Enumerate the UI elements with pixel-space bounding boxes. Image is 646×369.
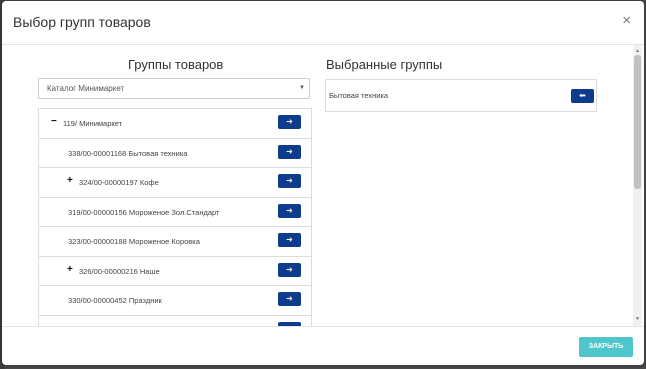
modal-title: Выбор групп товаров [13,14,151,30]
product-groups-title: Группы товаров [128,57,224,72]
catalog-select-value: Каталог Минимаркет [47,84,125,93]
modal-body: Группы товаров Выбранные группы Каталог … [2,45,644,326]
tree-row: 338/00-00001168 Бытовая техника ➜ [39,139,311,168]
arrow-left-icon: ⬅ [579,91,586,100]
close-icon[interactable]: × [622,13,631,28]
add-group-button[interactable]: ➜ [278,174,301,188]
scrollbar-thumb[interactable] [634,55,641,189]
chevron-down-icon: ▼ [299,85,305,91]
add-group-button[interactable]: ➜ [278,144,301,159]
tree-row-label: 119/ Минимаркет [63,119,123,128]
tree-row: +324/00-00000197 Кофе ➜ [39,168,311,198]
modal-scroll-area: Группы товаров Выбранные группы Каталог … [2,45,630,326]
tree-row-label: 324/00-00000197 Кофе [79,178,159,187]
tree-row-label: 319/00-00000156 Мороженое Зол.Стандарт [68,207,220,217]
expand-icon[interactable]: + [67,264,73,275]
collapse-icon[interactable]: − [51,117,57,127]
add-group-button[interactable]: ➜ [278,292,301,306]
modal-header: Выбор групп товаров × [2,1,644,45]
add-group-button[interactable]: ➜ [278,115,301,129]
tree-row-label: 330/00-00000452 Праздник [68,296,162,305]
tree-row: 330/00-00000452 Праздник ➜ [39,286,311,316]
select-groups-modal: Выбор групп товаров × Группы товаров Выб… [2,1,644,365]
tree-row: 335/00-00000868 Разное➜ [39,316,311,326]
tree-row: −119/ Минимаркет ➜ [39,109,311,139]
arrow-right-icon: ➜ [286,205,293,215]
scroll-down-arrow-icon[interactable]: ▼ [633,315,642,324]
arrow-right-icon: ➜ [286,294,293,303]
add-group-button[interactable]: ➜ [278,233,301,247]
arrow-right-icon: ➜ [286,176,293,185]
arrow-right-icon: ➜ [286,235,293,244]
tree-row: 323/00-00000188 Мороженое Коровка ➜ [39,227,311,257]
add-group-button[interactable]: ➜ [278,203,301,218]
selected-group-label: Бытовая техника [329,91,389,100]
arrow-right-icon: ➜ [286,117,293,126]
catalog-select[interactable]: Каталог Минимаркет ▼ [38,78,310,99]
remove-group-button[interactable]: ⬅ [571,89,594,103]
tree-row-label: 323/00-00000188 Мороженое Коровка [68,237,200,246]
expand-icon[interactable]: + [67,176,73,186]
arrow-right-icon: ➜ [286,146,293,156]
tree-row: +326/00-00000216 Наше ➜ [39,257,311,286]
arrow-right-icon: ➜ [286,264,293,274]
add-group-button[interactable]: ➜ [278,262,301,277]
close-button[interactable]: ЗАКРЫТЬ [579,337,633,357]
selected-groups-title: Выбранные группы [326,57,443,72]
selected-groups-list: Бытовая техника ⬅ [325,79,597,112]
tree-row: 319/00-00000156 Мороженое Зол.Стандарт ➜ [39,198,311,227]
tree-row-label: 326/00-00000216 Наше [79,266,160,276]
modal-scrollbar[interactable]: ▲ ▼ [633,45,642,326]
tree-row-label: 338/00-00001168 Бытовая техника [68,148,188,158]
modal-footer: ЗАКРЫТЬ [2,326,644,365]
groups-tree: −119/ Минимаркет ➜ 338/00-00001168 Бытовая… [38,108,312,326]
